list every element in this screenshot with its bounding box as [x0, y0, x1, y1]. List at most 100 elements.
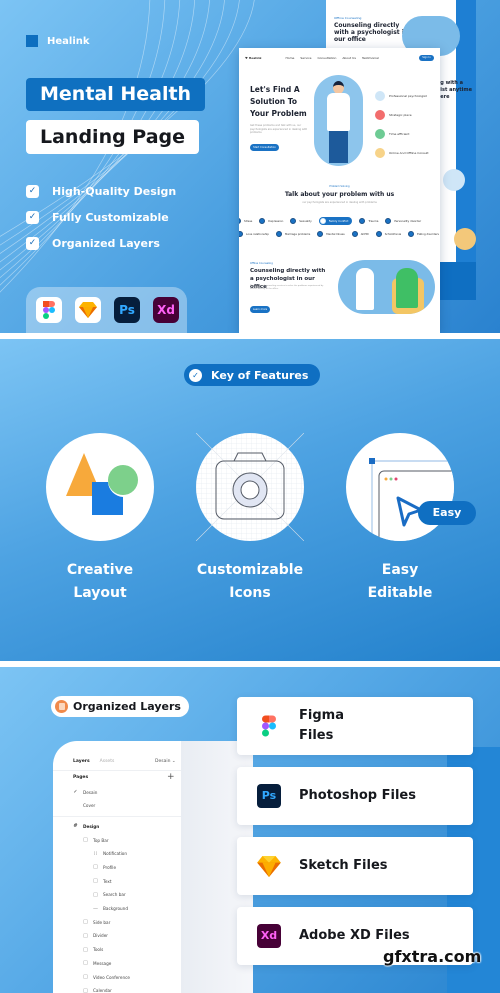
checklist-item: ✓ High-Quality Design [26, 178, 176, 204]
layer-item[interactable]: □ Search bar [93, 892, 126, 898]
organized-layers-badge: Organized Layers [51, 696, 189, 717]
divider [53, 816, 181, 817]
layer-item[interactable]: □ Side bar [83, 919, 110, 925]
brand-logo-icon [26, 35, 38, 47]
add-page-icon[interactable]: + [167, 772, 175, 782]
layer-label: Tools [93, 947, 104, 953]
problem-chip[interactable]: Family Conflict [318, 216, 353, 225]
layer-item[interactable]: □ Text [93, 878, 111, 884]
file-card-label: Adobe XD Files [299, 928, 410, 943]
nav-link[interactable]: Home [286, 56, 295, 60]
layer-label: Side bar [93, 919, 111, 925]
check-circle-icon: ✓ [189, 368, 202, 382]
icon-wrapper: Ps [257, 784, 281, 808]
problem-title: Talk about your problem with us [284, 191, 395, 198]
feature-label: Customizable Icons [196, 562, 304, 601]
learn-more-button[interactable]: Learn more [250, 306, 270, 313]
chip-label: Mental Illness [326, 231, 345, 236]
avatar [443, 169, 465, 191]
tab-assets[interactable]: Assets [100, 759, 115, 764]
feature-icon [375, 109, 385, 120]
layer-item[interactable]: □ Profile [93, 864, 116, 870]
layers-tabs: Layers Assets [73, 759, 114, 764]
feature-icon [375, 128, 385, 139]
problem-chip[interactable]: ADHD [351, 230, 369, 237]
figma-layers-panel: Layers Assets Desain ⌄ Pages + ✓ Desain … [53, 741, 253, 993]
chip-label: Schizofrenia [384, 231, 402, 236]
feature-icon [375, 90, 385, 101]
figma-icon [36, 297, 62, 323]
chip-icon [375, 230, 382, 237]
layers-icon [55, 700, 68, 713]
signin-button[interactable]: Sign In [419, 55, 434, 61]
page-item[interactable]: ✓ Desain [73, 789, 97, 795]
tab-layers[interactable]: Layers [73, 759, 90, 764]
nav-link[interactable]: About Us [342, 56, 356, 60]
layer-item[interactable]: □ Tools [83, 947, 103, 953]
layer-type-icon: □ [83, 960, 88, 967]
feature-label: Online And Offline Consult [389, 150, 429, 155]
start-consultation-button[interactable]: Start Consultation [250, 144, 279, 151]
layer-item[interactable]: □ Top Bar [83, 837, 108, 843]
problem-chip[interactable]: Mental Illness [317, 230, 345, 237]
figma-icon [257, 714, 281, 738]
adobe-xd-icon: Xd [257, 924, 281, 948]
counseling-illustration [338, 260, 435, 314]
problem-chip[interactable]: Personality disorder [385, 217, 421, 224]
problem-chip[interactable]: Eating disorders [408, 230, 439, 237]
chip-icon [276, 230, 282, 237]
problem-chip[interactable]: Trauma [359, 217, 379, 224]
nav-link[interactable]: Service [300, 56, 311, 60]
problem-chip[interactable]: Stress [239, 217, 252, 224]
feature-icon-circle [46, 433, 154, 541]
layer-item[interactable]: □ Message [83, 960, 111, 966]
icon-wrapper: Xd [257, 924, 281, 948]
brand-name: Healink [47, 35, 90, 47]
nav-link[interactable]: Consultation [317, 56, 336, 60]
layer-type-icon: □ [93, 864, 98, 871]
layer-type-icon: □ [83, 837, 88, 843]
chip-label: Trauma [368, 218, 379, 223]
problem-chips: Stress Depression Sexuality Family Conflict… [239, 214, 440, 240]
file-card-sketch: Sketch Files [237, 837, 473, 895]
problem-chip[interactable]: Sexuality [290, 217, 312, 224]
layer-item[interactable]: □ Calendar [83, 988, 112, 993]
mockup-heading: Counseling directly with a psychologist … [334, 22, 409, 43]
feature-label: Time efficient [389, 131, 410, 136]
chip-icon [317, 230, 324, 237]
layer-item[interactable]: □ Video Conference [83, 974, 130, 980]
chip-label: Family Conflict [328, 218, 349, 223]
pages-heading: Pages [73, 775, 89, 780]
layer-item[interactable]: ⁞⁞ Notification [93, 851, 127, 857]
chip-icon [385, 217, 392, 224]
check-icon: ✓ [26, 210, 39, 224]
feature-icon-circle [195, 432, 305, 542]
layer-item[interactable]: — Background [93, 906, 128, 912]
checklist-item: ✓ Organized Layers [26, 230, 176, 256]
chip-icon [359, 217, 366, 224]
feature-icon [375, 147, 385, 158]
problem-chip[interactable]: Love relationship [239, 230, 269, 237]
chip-icon [351, 230, 358, 237]
chip-icon [290, 217, 297, 224]
frame-item[interactable]: # Design [73, 823, 99, 829]
brand: Healink [26, 35, 90, 47]
layer-label: Text [103, 878, 112, 884]
problem-chip[interactable]: Depression [259, 217, 283, 224]
page-item[interactable]: Cover [73, 803, 95, 808]
file-card-label: Sketch Files [299, 858, 388, 873]
nav-link[interactable]: Testimonial [362, 56, 379, 60]
mockup-eyebrow: Offline Counseling [334, 16, 362, 20]
feature-customizable-icons: Customizable Icons [170, 432, 330, 605]
mockup-feature: Time efficient [375, 124, 429, 143]
problem-subtitle: our psychologists are experienced in dea… [302, 201, 377, 204]
camera-grid-icon [195, 432, 305, 542]
problem-chip[interactable]: Schizofrenia [375, 230, 402, 237]
problem-chip[interactable]: Marriage problems [276, 230, 310, 237]
page-select[interactable]: Desain ⌄ [155, 759, 176, 764]
mockup-feature: Online And Offline Consult [375, 143, 429, 162]
mockup-nav-links: Home Service Consultation About Us Testi… [286, 56, 420, 60]
layer-label: Background [103, 906, 128, 911]
layer-item[interactable]: □ Divider [83, 933, 108, 939]
chip-icon [239, 230, 243, 237]
